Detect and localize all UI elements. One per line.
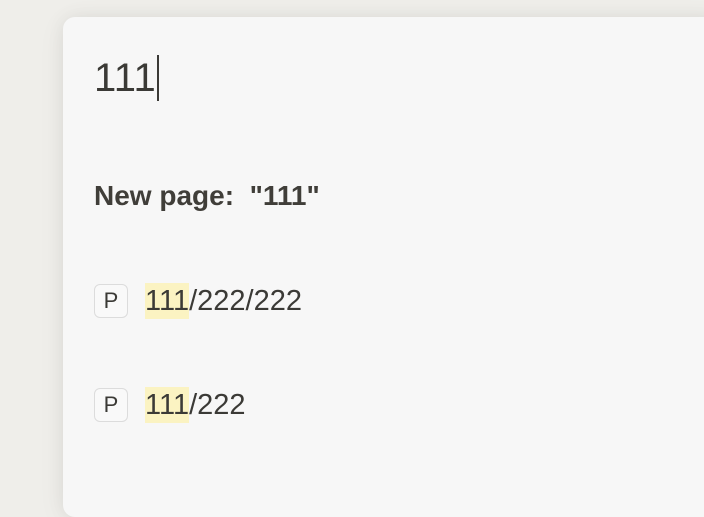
result-item[interactable]: P 111/222	[94, 387, 246, 423]
match-highlight: 111	[145, 283, 190, 319]
match-highlight: 111	[145, 387, 190, 423]
search-input-value[interactable]: 111	[94, 54, 156, 102]
search-input[interactable]: 111	[94, 54, 160, 102]
quick-search-panel: 111 New page: "111" P 111/222/222 P 111/…	[63, 17, 704, 517]
new-page-option[interactable]: New page: "111"	[94, 179, 320, 213]
page-badge-icon: P	[94, 388, 128, 422]
result-path-rest: /222/222	[189, 285, 302, 317]
result-path-rest: /222	[189, 389, 246, 421]
page-badge-icon: P	[94, 284, 128, 318]
result-title: 111/222	[145, 387, 246, 423]
result-item[interactable]: P 111/222/222	[94, 283, 302, 319]
text-caret	[157, 55, 160, 101]
result-title: 111/222/222	[145, 283, 302, 319]
